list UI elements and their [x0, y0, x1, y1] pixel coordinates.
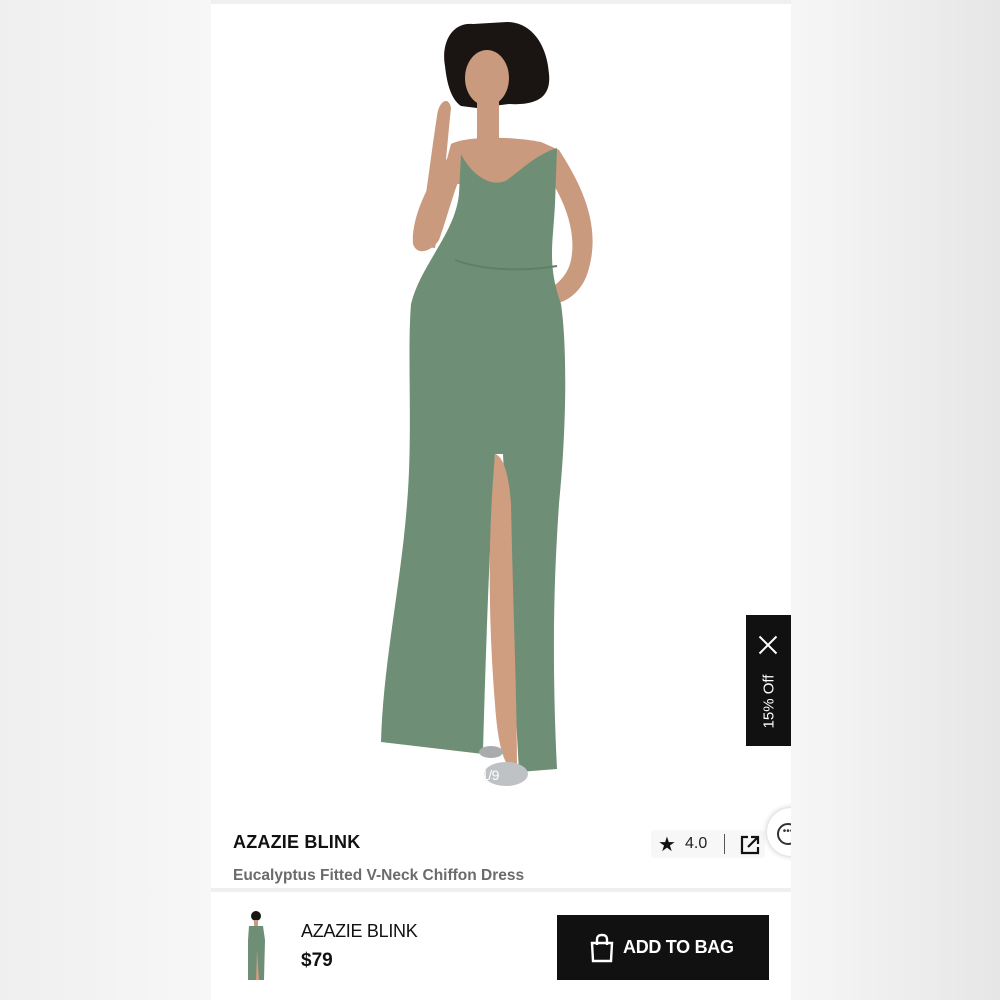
- bottom-purchase-bar: AZAZIE BLINK $79 ADD TO BAG: [211, 892, 791, 1000]
- product-page: 1/9 15% Off AZAZIE BLINK Eucalyptus Fitt…: [211, 0, 791, 1000]
- rating-share-box: ★ 4.0: [651, 830, 765, 858]
- product-price: $79: [301, 950, 333, 971]
- shopping-bag-icon: [589, 933, 615, 966]
- product-thumbnail[interactable]: [239, 910, 273, 982]
- promo-label: 15% Off: [760, 674, 778, 729]
- share-icon[interactable]: [739, 834, 761, 861]
- add-to-bag-label: ADD TO BAG: [623, 937, 734, 957]
- product-title: Eucalyptus Fitted V-Neck Chiffon Dress: [233, 867, 525, 884]
- chat-icon: •••: [777, 823, 791, 845]
- promo-tab[interactable]: 15% Off: [746, 615, 791, 746]
- rating-value[interactable]: 4.0: [685, 835, 707, 853]
- add-to-bag-button[interactable]: ADD TO BAG: [557, 915, 769, 980]
- image-counter: 1/9: [481, 767, 499, 783]
- bar-brand-name: AZAZIE BLINK: [301, 921, 418, 941]
- background-right: [791, 0, 1000, 1000]
- chat-button[interactable]: •••: [767, 808, 791, 856]
- divider: [724, 834, 725, 854]
- brand-name[interactable]: AZAZIE BLINK: [233, 832, 360, 853]
- close-icon[interactable]: [758, 635, 778, 655]
- star-icon: ★: [658, 834, 676, 856]
- background-left: [0, 0, 211, 1000]
- product-image[interactable]: 1/9: [211, 4, 791, 814]
- dress-model-illustration: [381, 22, 593, 786]
